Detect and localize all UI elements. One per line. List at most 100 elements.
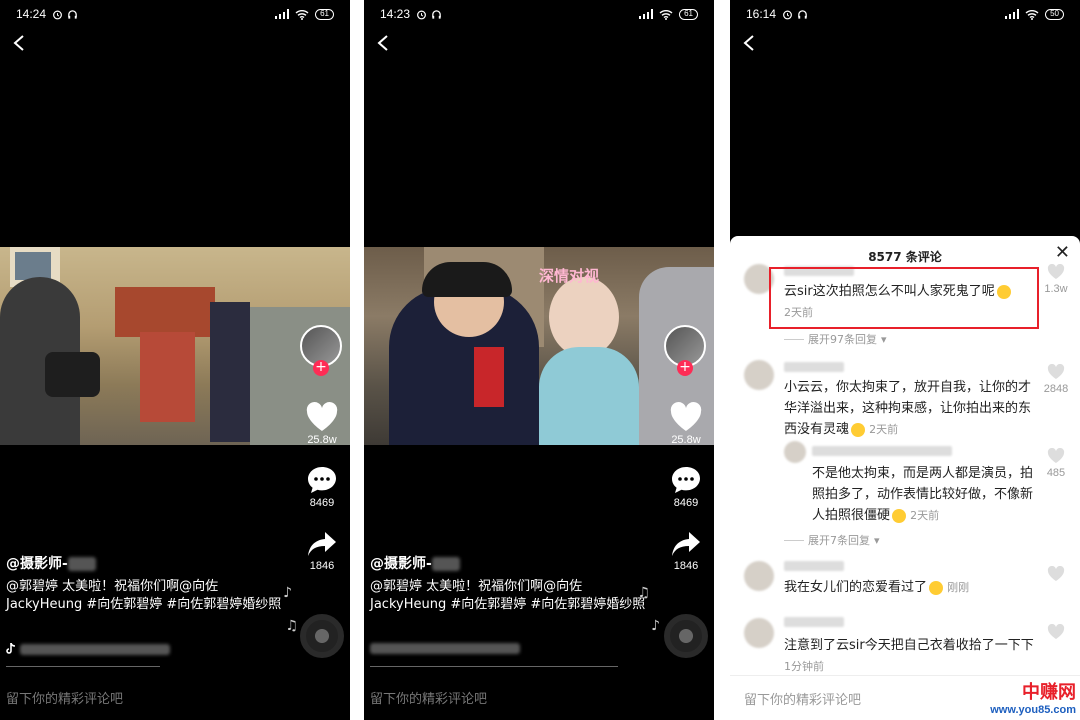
- commenter-avatar[interactable]: [744, 360, 774, 390]
- comment-count: 8469: [673, 497, 699, 509]
- phone-screen-2: 14:23 61 深情对视 + 25.8w 8469 1846 ♫ ♪ @摄影师…: [364, 0, 714, 720]
- heart-outline-icon: [1047, 363, 1065, 379]
- comment-count-title: 8577 条评论: [868, 250, 942, 264]
- replier-avatar[interactable]: [784, 441, 806, 463]
- close-icon[interactable]: ✕: [1055, 242, 1070, 263]
- commenter-name[interactable]: [784, 362, 844, 372]
- commenter-avatar[interactable]: [744, 618, 774, 648]
- music-info[interactable]: [6, 643, 286, 655]
- status-bar: 16:14 50: [730, 0, 1080, 28]
- heart-outline-icon: [1047, 447, 1065, 463]
- video-caption: @郭碧婷 太美啦！祝福你们啊@向佐 JackyHeung #向佐郭碧婷 #向佐郭…: [6, 579, 282, 612]
- divider: [730, 675, 1080, 676]
- comment-like-button[interactable]: 485: [1038, 447, 1074, 479]
- heart-icon: [306, 402, 338, 431]
- comment-button[interactable]: 8469: [664, 465, 708, 509]
- status-time: 16:14: [746, 7, 777, 21]
- divider: [370, 666, 618, 667]
- back-icon[interactable]: [12, 34, 34, 56]
- status-bar: 14:24 61: [0, 0, 350, 28]
- video-frame[interactable]: 深情对视: [364, 247, 714, 445]
- comment-time: 2天前: [910, 509, 940, 522]
- headphone-icon: [798, 9, 807, 19]
- replier-name[interactable]: [812, 446, 952, 456]
- author-handle[interactable]: @摄影师-: [370, 553, 650, 573]
- battery-indicator: 61: [679, 8, 698, 20]
- music-note-icon-2: ♪: [651, 618, 660, 634]
- commenter-avatar[interactable]: [744, 561, 774, 591]
- comment-item: 小云云，你太拘束了，放开自我，让你的才华洋溢出来，这种拘束感，让你拍出来的东西没…: [784, 380, 1032, 437]
- comment-like-button[interactable]: 1.3w: [1038, 263, 1074, 295]
- like-button[interactable]: 25.8w: [664, 402, 708, 446]
- share-count: 1846: [309, 560, 335, 572]
- headphone-icon: [68, 9, 77, 19]
- status-time: 14:24: [16, 7, 47, 21]
- comment-count: 8469: [309, 497, 335, 509]
- share-button[interactable]: 1846: [300, 530, 344, 572]
- comment-input[interactable]: 留下你的精彩评论吧: [744, 689, 861, 708]
- laugh-cry-emoji-icon: [892, 508, 907, 523]
- comment-like-button[interactable]: [1038, 623, 1074, 643]
- comment-like-button[interactable]: [1038, 565, 1074, 585]
- phone-screen-3: 16:14 50 8577 条评论 ✕ 云sir这次拍照怎么不叫人家死鬼了呢 2…: [730, 0, 1080, 720]
- watermark-url: www.you85.com: [990, 704, 1076, 716]
- follow-plus-icon[interactable]: +: [677, 360, 693, 376]
- video-frame[interactable]: [0, 247, 350, 445]
- battery-indicator: 50: [1045, 8, 1064, 20]
- music-note-icon-2: ♫: [285, 618, 298, 634]
- back-icon[interactable]: [376, 34, 398, 56]
- alarm-icon: [417, 10, 426, 19]
- comment-like-button[interactable]: 2848: [1038, 363, 1074, 395]
- battery-indicator: 61: [315, 8, 334, 20]
- reply-item: 不是他太拘束，而是两人都是演员，拍照拍多了，动作表情比较好做，不像新人拍照很僵硬…: [812, 466, 1034, 523]
- back-icon[interactable]: [742, 34, 764, 56]
- status-time: 14:23: [380, 7, 411, 21]
- expand-replies[interactable]: 展开97条回复 ▾: [784, 331, 887, 347]
- author-handle[interactable]: @摄影师-: [6, 553, 286, 573]
- like-button[interactable]: 25.8w: [300, 402, 344, 446]
- video-overlay-text: 深情对视: [539, 267, 600, 285]
- signal-icon: [1005, 9, 1020, 19]
- status-right: 50: [1005, 8, 1064, 20]
- comment-bubble-icon: [672, 467, 700, 493]
- status-icons: [782, 9, 808, 20]
- music-disc[interactable]: [664, 614, 708, 658]
- phone-screen-1: 14:24 61 + 25.8w 8469 1846 ♪ ♫ @摄影师- @郭碧…: [0, 0, 350, 720]
- status-icons: [52, 9, 78, 20]
- commenter-name[interactable]: [784, 617, 844, 627]
- highlight-box: [769, 267, 1039, 329]
- commenter-name[interactable]: [784, 561, 844, 571]
- chevron-down-icon: ▾: [881, 332, 887, 346]
- smile-emoji-icon: [929, 580, 944, 595]
- share-arrow-icon: [672, 532, 700, 556]
- music-disc[interactable]: [300, 614, 344, 658]
- music-info[interactable]: [370, 643, 650, 654]
- comment-item: 我在女儿们的恋爱看过了 刚刚: [784, 580, 970, 595]
- comment-time: 2天前: [869, 423, 899, 436]
- share-count: 1846: [673, 560, 699, 572]
- share-button[interactable]: 1846: [664, 530, 708, 572]
- headphone-icon: [432, 9, 441, 19]
- status-right: 61: [639, 8, 698, 20]
- signal-icon: [275, 9, 290, 19]
- watermark-brand: 中赚网: [1022, 682, 1076, 703]
- comment-time: 刚刚: [947, 581, 970, 594]
- comment-time: 1分钟前: [784, 660, 824, 673]
- follow-plus-icon[interactable]: +: [313, 360, 329, 376]
- comment-bubble-icon: [308, 467, 336, 493]
- comment-panel: 8577 条评论 ✕ 云sir这次拍照怎么不叫人家死鬼了呢 2天前 1.3w 展…: [730, 236, 1080, 720]
- comment-input[interactable]: 留下你的精彩评论吧: [370, 688, 487, 707]
- comment-input[interactable]: 留下你的精彩评论吧: [6, 688, 123, 707]
- wifi-icon: [1025, 9, 1039, 20]
- heart-outline-icon: [1047, 565, 1065, 581]
- chevron-down-icon: ▾: [874, 533, 880, 547]
- alarm-icon: [53, 10, 62, 19]
- wifi-icon: [295, 9, 309, 20]
- like-count: 25.8w: [307, 434, 337, 446]
- expand-replies[interactable]: 展开7条回复 ▾: [784, 532, 880, 548]
- comment-button[interactable]: 8469: [300, 465, 344, 509]
- comment-item: 注意到了云sir今天把自己衣着收拾了一下下 1分钟前: [784, 638, 1034, 673]
- status-icons: [416, 9, 442, 20]
- heart-icon: [670, 402, 702, 431]
- signal-icon: [639, 9, 654, 19]
